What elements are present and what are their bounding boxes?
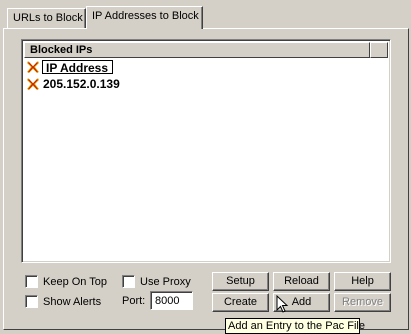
keep-on-top-checkbox[interactable]: Keep On Top [25,275,107,288]
port-input[interactable] [150,291,193,310]
show-alerts-label: Show Alerts [43,295,102,308]
tab-ip-addresses-to-block[interactable]: IP Addresses to Block [86,6,203,29]
show-alerts-checkbox[interactable]: Show Alerts [25,295,101,308]
tab-urls-label: URLs to Block [13,12,83,24]
tab-urls-to-block[interactable]: URLs to Block [7,8,86,28]
checkbox-box[interactable] [122,275,135,288]
blocked-ips-list[interactable]: Blocked IPs IP Address 205.152.0.139 [21,39,391,263]
tab-ip-label: IP Addresses to Block [92,10,199,22]
checkbox-box[interactable] [25,295,38,308]
use-proxy-label: Use Proxy [140,275,191,288]
list-item[interactable]: IP Address [26,59,113,75]
column-header-blocked-ips[interactable]: Blocked IPs [24,42,370,58]
list-item-label: 205.152.0.139 [43,77,120,91]
list-item-edit-field[interactable]: IP Address [42,60,113,75]
port-label: Port: [122,295,146,307]
remove-button[interactable]: Remove [334,293,391,312]
use-proxy-checkbox[interactable]: Use Proxy [122,275,191,288]
checkbox-box[interactable] [25,275,38,288]
column-header-filler [370,42,388,58]
column-header-label: Blocked IPs [30,44,93,56]
list-item[interactable]: 205.152.0.139 [26,76,120,92]
setup-button[interactable]: Setup [212,272,269,291]
red-x-icon [27,61,39,73]
red-x-icon [27,78,39,90]
reload-button[interactable]: Reload [273,272,330,291]
mouse-cursor-icon [276,295,289,313]
help-button[interactable]: Help [334,272,391,291]
create-button[interactable]: Create [212,293,269,312]
keep-on-top-label: Keep On Top [43,275,108,288]
